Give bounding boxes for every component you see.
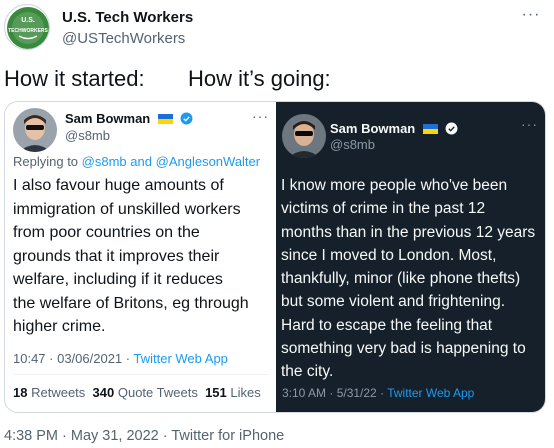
quoted-name-left: Sam Bowman <box>65 111 193 126</box>
reply-and: and <box>130 154 152 169</box>
ukraine-flag-icon <box>422 124 438 134</box>
quoted-name-text: Sam Bowman <box>330 121 416 136</box>
client-link: Twitter Web App <box>387 386 475 400</box>
text-line: the welfare of Britons, eg through <box>13 294 249 312</box>
retweets-label: Retweets <box>31 385 86 400</box>
text-line: I also favour huge amounts of <box>13 177 224 194</box>
likes-label: Likes <box>230 385 261 400</box>
text-line: immigration of unskilled workers <box>13 200 241 218</box>
sam-bowman-avatar-icon <box>13 108 57 152</box>
ukraine-flag-icon <box>157 114 173 124</box>
quoted-name-text: Sam Bowman <box>65 111 151 126</box>
author-avatar[interactable]: U.S. TECHWORKERS <box>4 4 50 50</box>
author-handle[interactable]: @USTechWorkers <box>62 30 185 47</box>
reply-mention-link: @s8mb <box>81 154 127 169</box>
quoted-tweet-text: I know more people who've been victims o… <box>281 174 545 384</box>
quoted-tweet-right: Sam Bowman @s8mb ··· I know more people … <box>276 102 545 412</box>
svg-text:U.S.: U.S. <box>21 17 35 24</box>
author-name[interactable]: U.S. Tech Workers <box>62 9 193 26</box>
tweet-image[interactable]: Sam Bowman @s8mb ··· Replying to @s8mb a… <box>4 101 546 413</box>
timestamp-text: 10:47 · 03/06/2021 · <box>13 351 131 366</box>
more-options-icon[interactable]: ··· <box>520 7 542 24</box>
svg-text:TECHWORKERS: TECHWORKERS <box>8 28 48 34</box>
text-line: thankfully, minor (like phone thefts) <box>281 270 521 288</box>
caption-going: How it’s going: <box>188 66 331 91</box>
text-line: victims of crime in the past 12 <box>281 200 486 218</box>
retweets-count: 18 <box>13 385 28 400</box>
quotes-label: Quote Tweets <box>117 385 198 400</box>
quoted-timestamp: 3:10 AM · 5/31/22 · Twitter Web App <box>282 386 474 400</box>
replying-prefix: Replying to <box>13 154 79 169</box>
text-line: months than in the previous 12 years <box>281 223 536 241</box>
client-link: Twitter Web App <box>133 351 228 366</box>
quoted-tweet-left: Sam Bowman @s8mb ··· Replying to @s8mb a… <box>5 102 276 412</box>
verified-badge-icon <box>180 112 192 125</box>
text-line: welfare, including if it reduces <box>13 271 223 288</box>
quoted-handle-right: @s8mb <box>330 137 375 152</box>
text-line: higher crime. <box>13 318 106 335</box>
quoted-tweet-text: I also favour huge amounts of immigratio… <box>13 174 275 339</box>
tweet-timestamp[interactable]: 4:38 PM · May 31, 2022 · Twitter for iPh… <box>4 428 284 444</box>
divider <box>13 374 269 375</box>
engagement-stats: 18 Retweets 340 Quote Tweets 151 Likes <box>13 385 261 400</box>
us-tech-workers-logo: U.S. TECHWORKERS <box>7 7 49 49</box>
quotes-count: 340 <box>92 385 115 400</box>
quoted-name-right: Sam Bowman <box>330 121 458 136</box>
text-line: Hard to escape the feeling that <box>281 316 493 334</box>
text-line: the city. <box>281 363 334 381</box>
text-line: grounds that it improves their <box>13 247 220 265</box>
caption-started: How it started: <box>4 66 145 91</box>
verified-badge-icon <box>445 122 457 135</box>
sam-bowman-avatar-icon <box>282 114 326 158</box>
text-line: since I moved to London. Most, <box>281 246 497 264</box>
text-line: something very bad is happening to <box>281 340 526 358</box>
quoted-handle-left: @s8mb <box>65 128 110 143</box>
reply-mention-link: @AnglesonWalter <box>155 154 261 169</box>
more-options-icon: ··· <box>521 116 538 132</box>
replying-to: Replying to @s8mb and @AnglesonWalter <box>13 154 260 169</box>
quoted-timestamp: 10:47 · 03/06/2021 · Twitter Web App <box>13 351 228 366</box>
text-line: from poor countries on the <box>13 224 200 241</box>
likes-count: 151 <box>205 385 227 400</box>
tweet-header: U.S. TECHWORKERS U.S. Tech Workers @USTe… <box>0 0 554 60</box>
text-line: I know more people who've been <box>281 177 508 194</box>
more-options-icon: ··· <box>252 108 269 124</box>
text-line: but some violent and frightening. <box>281 293 506 311</box>
timestamp-text: 3:10 AM · 5/31/22 · <box>282 386 385 400</box>
